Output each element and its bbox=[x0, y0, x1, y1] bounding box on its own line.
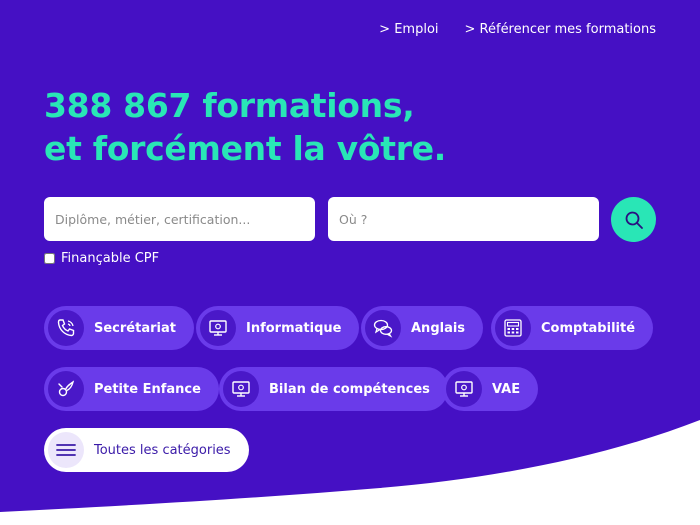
category-chip-petite-enfance[interactable]: Petite Enfance bbox=[44, 367, 219, 411]
nav-link-referencer-formations[interactable]: > Référencer mes formations bbox=[465, 22, 656, 37]
all-categories-button[interactable]: Toutes les catégories bbox=[44, 428, 249, 472]
pacifier-icon bbox=[48, 371, 84, 407]
category-chip-bilan-competences[interactable]: Bilan de compétences bbox=[219, 367, 448, 411]
search-what-input[interactable] bbox=[44, 197, 315, 241]
hero-headline-line1: 388 867 formations, bbox=[44, 86, 415, 125]
search-where-input[interactable] bbox=[328, 197, 599, 241]
search-icon bbox=[625, 211, 643, 229]
calculator-icon bbox=[495, 310, 531, 346]
nav-link-emploi[interactable]: > Emploi bbox=[379, 22, 438, 37]
cpf-checkbox[interactable] bbox=[44, 253, 55, 264]
phone-icon bbox=[48, 310, 84, 346]
hero-section: > Emploi > Référencer mes formations 388… bbox=[0, 0, 700, 525]
category-chip-secretariat[interactable]: Secrétariat bbox=[44, 306, 194, 350]
category-label: Secrétariat bbox=[94, 320, 176, 336]
top-nav: > Emploi > Référencer mes formations bbox=[379, 22, 656, 37]
category-chip-anglais[interactable]: Anglais bbox=[361, 306, 484, 350]
all-categories-label: Toutes les catégories bbox=[94, 442, 231, 458]
hero-headline-line2: et forcément la vôtre. bbox=[44, 129, 447, 168]
category-label: Informatique bbox=[246, 320, 342, 336]
menu-icon bbox=[48, 432, 84, 468]
computer-icon bbox=[446, 371, 482, 407]
speech-bubbles-icon bbox=[365, 310, 401, 346]
computer-icon bbox=[223, 371, 259, 407]
category-chip-vae[interactable]: VAE bbox=[442, 367, 539, 411]
cpf-label: Finançable CPF bbox=[61, 251, 160, 266]
category-label: Petite Enfance bbox=[94, 381, 201, 397]
cpf-filter[interactable]: Finançable CPF bbox=[44, 251, 159, 266]
category-chip-comptabilite[interactable]: Comptabilité bbox=[491, 306, 654, 350]
search-button[interactable] bbox=[611, 197, 656, 242]
category-label: Bilan de compétences bbox=[269, 381, 430, 397]
category-chip-informatique[interactable]: Informatique bbox=[196, 306, 360, 350]
hero-headline: 388 867 formations, et forcément la vôtr… bbox=[44, 84, 446, 170]
computer-icon bbox=[200, 310, 236, 346]
category-label: Comptabilité bbox=[541, 320, 636, 336]
category-label: Anglais bbox=[411, 320, 466, 336]
category-label: VAE bbox=[492, 381, 521, 397]
